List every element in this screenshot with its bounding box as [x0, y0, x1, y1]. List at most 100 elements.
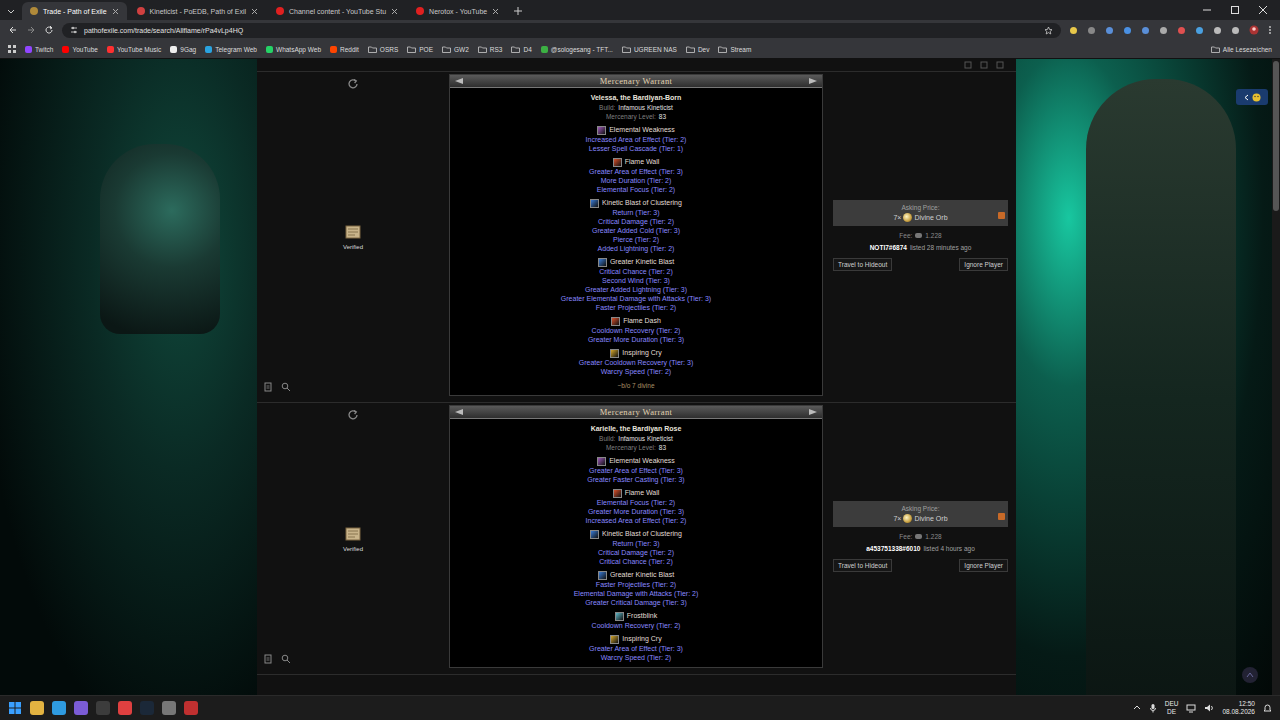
- bookmark-label[interactable]: RS3: [490, 46, 503, 53]
- minimize-icon[interactable]: [1202, 5, 1212, 15]
- windows-start-icon[interactable]: [8, 701, 22, 715]
- taskbar-app-icon[interactable]: [30, 701, 44, 715]
- bookmark[interactable]: 9Gag: [170, 46, 196, 53]
- copy-icon[interactable]: [263, 382, 273, 392]
- taskbar-app-icon[interactable]: [96, 701, 110, 715]
- chat-toggle[interactable]: [1236, 89, 1268, 105]
- bookmark-label[interactable]: Telegram Web: [215, 46, 257, 53]
- extension-icon[interactable]: [1087, 26, 1096, 35]
- bookmark-star-icon[interactable]: [1044, 26, 1053, 35]
- bookmark[interactable]: D4: [511, 46, 531, 53]
- site-settings-icon[interactable]: [70, 26, 78, 34]
- taskbar-app-icon[interactable]: [140, 701, 154, 715]
- refresh-icon[interactable]: [263, 78, 443, 90]
- ignore-button[interactable]: Ignore Player: [959, 559, 1008, 572]
- close-tab-icon[interactable]: [112, 8, 119, 15]
- tab-search-icon[interactable]: [6, 6, 16, 16]
- copy-icon[interactable]: [996, 61, 1004, 69]
- travel-button[interactable]: Travel to Hideout: [833, 559, 892, 572]
- language[interactable]: DEU: [1165, 700, 1179, 708]
- reload-icon[interactable]: [44, 25, 54, 35]
- extension-icon[interactable]: [1195, 26, 1204, 35]
- extension-icon[interactable]: [1105, 26, 1114, 35]
- browser-tab[interactable]: Trade - Path of Exile: [22, 2, 127, 20]
- taskbar-app-icon[interactable]: [184, 701, 198, 715]
- bookmark-label[interactable]: Reddit: [340, 46, 359, 53]
- bookmark-label[interactable]: YouTube Music: [117, 46, 161, 53]
- seller-name[interactable]: NOTI7#6874: [870, 244, 907, 251]
- extension-icon[interactable]: [1141, 26, 1150, 35]
- date[interactable]: 08.08.2026: [1222, 708, 1255, 716]
- profile-avatar-icon[interactable]: [1249, 25, 1259, 35]
- tab-label[interactable]: Kineticist - PoEDB, Path of Exil: [150, 8, 246, 15]
- extension-icon[interactable]: [1213, 26, 1222, 35]
- bookmark-label[interactable]: Alle Lesezeichen: [1223, 46, 1272, 53]
- bookmark[interactable]: Dev: [686, 46, 710, 53]
- copy-icon[interactable]: [980, 61, 988, 69]
- taskbar-app-icon[interactable]: [52, 701, 66, 715]
- network-icon[interactable]: [1186, 703, 1196, 713]
- scrollbar-thumb[interactable]: [1273, 61, 1279, 211]
- scroll-top-button[interactable]: [1242, 667, 1258, 683]
- maximize-icon[interactable]: [1230, 5, 1240, 15]
- extension-icon[interactable]: [1159, 26, 1168, 35]
- bookmark-label[interactable]: YouTube: [72, 46, 98, 53]
- bookmark-label[interactable]: 9Gag: [180, 46, 196, 53]
- menu-icon[interactable]: [1268, 25, 1272, 35]
- back-icon[interactable]: [8, 25, 18, 35]
- notification-bell-icon[interactable]: [1263, 703, 1272, 713]
- bookmark[interactable]: WhatsApp Web: [266, 46, 321, 53]
- item-card[interactable]: Mercenary WarrantVelessa, the Bardiyan-B…: [449, 74, 823, 396]
- bookmark[interactable]: YouTube: [62, 46, 98, 53]
- refresh-icon[interactable]: [263, 409, 443, 421]
- ignore-button[interactable]: Ignore Player: [959, 258, 1008, 271]
- bookmark[interactable]: @sologesang - TFT...: [541, 46, 613, 53]
- time[interactable]: 12:50: [1239, 700, 1255, 708]
- microphone-icon[interactable]: [1149, 703, 1157, 713]
- close-tab-icon[interactable]: [492, 8, 499, 15]
- close-tab-icon[interactable]: [391, 8, 398, 15]
- clock[interactable]: 12:5008.08.2026: [1222, 700, 1255, 716]
- taskbar-app-icon[interactable]: [74, 701, 88, 715]
- bookmark[interactable]: Reddit: [330, 46, 359, 53]
- close-window-icon[interactable]: [1258, 5, 1268, 15]
- extension-icon[interactable]: [1069, 26, 1078, 35]
- bookmark-label[interactable]: UGREEN NAS: [634, 46, 677, 53]
- apps-icon[interactable]: [8, 45, 16, 53]
- bookmark-label[interactable]: GW2: [454, 46, 469, 53]
- bookmark[interactable]: Twitch: [25, 46, 53, 53]
- bookmark[interactable]: UGREEN NAS: [622, 46, 677, 53]
- address-text[interactable]: pathofexile.com/trade/search/Allflame/rP…: [84, 27, 243, 34]
- bookmark[interactable]: YouTube Music: [107, 46, 161, 53]
- extension-icon[interactable]: [1177, 26, 1186, 35]
- address-bar[interactable]: pathofexile.com/trade/search/Allflame/rP…: [62, 23, 1061, 38]
- bookmark[interactable]: GW2: [442, 46, 469, 53]
- all-bookmarks[interactable]: Alle Lesezeichen: [1211, 46, 1272, 53]
- bookmark-label[interactable]: D4: [523, 46, 531, 53]
- copy-icon[interactable]: [964, 61, 972, 69]
- keyboard-layout[interactable]: DE: [1167, 708, 1176, 716]
- search-icon[interactable]: [281, 654, 291, 664]
- browser-tab[interactable]: Kineticist - PoEDB, Path of Exil: [129, 2, 266, 20]
- taskbar-app-icon[interactable]: [162, 701, 176, 715]
- forward-icon[interactable]: [26, 25, 36, 35]
- bookmark-label[interactable]: Dev: [698, 46, 710, 53]
- copy-icon[interactable]: [263, 654, 273, 664]
- item-card[interactable]: Mercenary WarrantKarielle, the Bardiyan …: [449, 405, 823, 668]
- travel-button[interactable]: Travel to Hideout: [833, 258, 892, 271]
- bookmark-label[interactable]: POE: [419, 46, 433, 53]
- bookmark[interactable]: Telegram Web: [205, 46, 257, 53]
- taskbar-app-icon[interactable]: [118, 701, 132, 715]
- language-indicator[interactable]: DEUDE: [1165, 700, 1179, 716]
- extension-icon[interactable]: [1231, 26, 1240, 35]
- bookmark-label[interactable]: @sologesang - TFT...: [551, 46, 613, 53]
- browser-tab[interactable]: Nerotox - YouTube: [408, 2, 507, 20]
- search-icon[interactable]: [281, 382, 291, 392]
- scrollbar[interactable]: [1272, 59, 1280, 695]
- extension-icon[interactable]: [1123, 26, 1132, 35]
- bookmark[interactable]: POE: [407, 46, 433, 53]
- new-tab-icon[interactable]: [513, 6, 523, 16]
- tab-label[interactable]: Trade - Path of Exile: [43, 8, 107, 15]
- seller-name[interactable]: a453751338#6010: [866, 545, 920, 552]
- bookmark-label[interactable]: OSRS: [380, 46, 398, 53]
